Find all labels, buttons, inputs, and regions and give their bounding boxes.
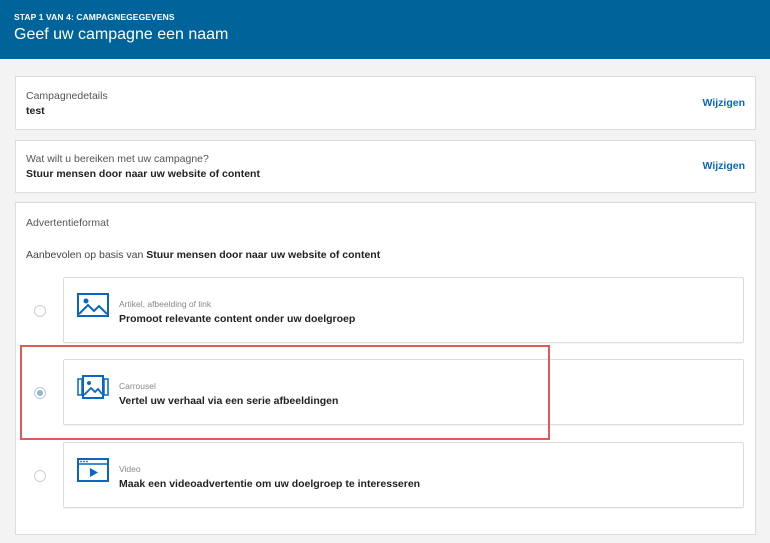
header-bar: STAP 1 VAN 4: CAMPAGNEGEGEVENS Geef uw c… (0, 0, 770, 59)
recommendation-text: Aanbevolen op basis van Stuur mensen doo… (26, 249, 380, 261)
format-option-video[interactable]: Video Maak een videoadvertentie om uw do… (63, 442, 744, 508)
radio-image-format[interactable] (34, 305, 46, 317)
video-icon (77, 458, 109, 482)
edit-objective-link[interactable]: Wijzigen (703, 160, 746, 172)
campaign-details-card: Campagnedetails test Wijzigen (15, 76, 756, 130)
recommendation-prefix: Aanbevolen op basis van (26, 249, 144, 261)
campaign-details-label: Campagnedetails (26, 90, 108, 102)
step-indicator: STAP 1 VAN 4: CAMPAGNEGEGEVENS (14, 12, 175, 22)
recommendation-objective: Stuur mensen door naar uw website of con… (146, 249, 381, 261)
campaign-name-value: test (26, 105, 45, 117)
format-description: Maak een videoadvertentie om uw doelgroe… (119, 478, 421, 490)
radio-video-format[interactable] (34, 470, 46, 482)
page-title: Geef uw campagne een naam (14, 26, 229, 43)
image-icon (77, 293, 109, 317)
format-option-image[interactable]: Artikel, afbeelding of link Promoot rele… (63, 277, 744, 343)
objective-card: Wat wilt u bereiken met uw campagne? Stu… (15, 140, 756, 193)
ad-format-label: Advertentieformat (26, 217, 109, 229)
edit-campaign-details-link[interactable]: Wijzigen (703, 97, 746, 109)
objective-label: Wat wilt u bereiken met uw campagne? (26, 153, 209, 165)
format-type-label: Video (119, 464, 141, 474)
format-description: Promoot relevante content onder uw doelg… (119, 313, 356, 325)
objective-value: Stuur mensen door naar uw website of con… (26, 168, 260, 180)
selection-highlight-box (20, 345, 550, 440)
format-type-label: Artikel, afbeelding of link (119, 299, 212, 309)
